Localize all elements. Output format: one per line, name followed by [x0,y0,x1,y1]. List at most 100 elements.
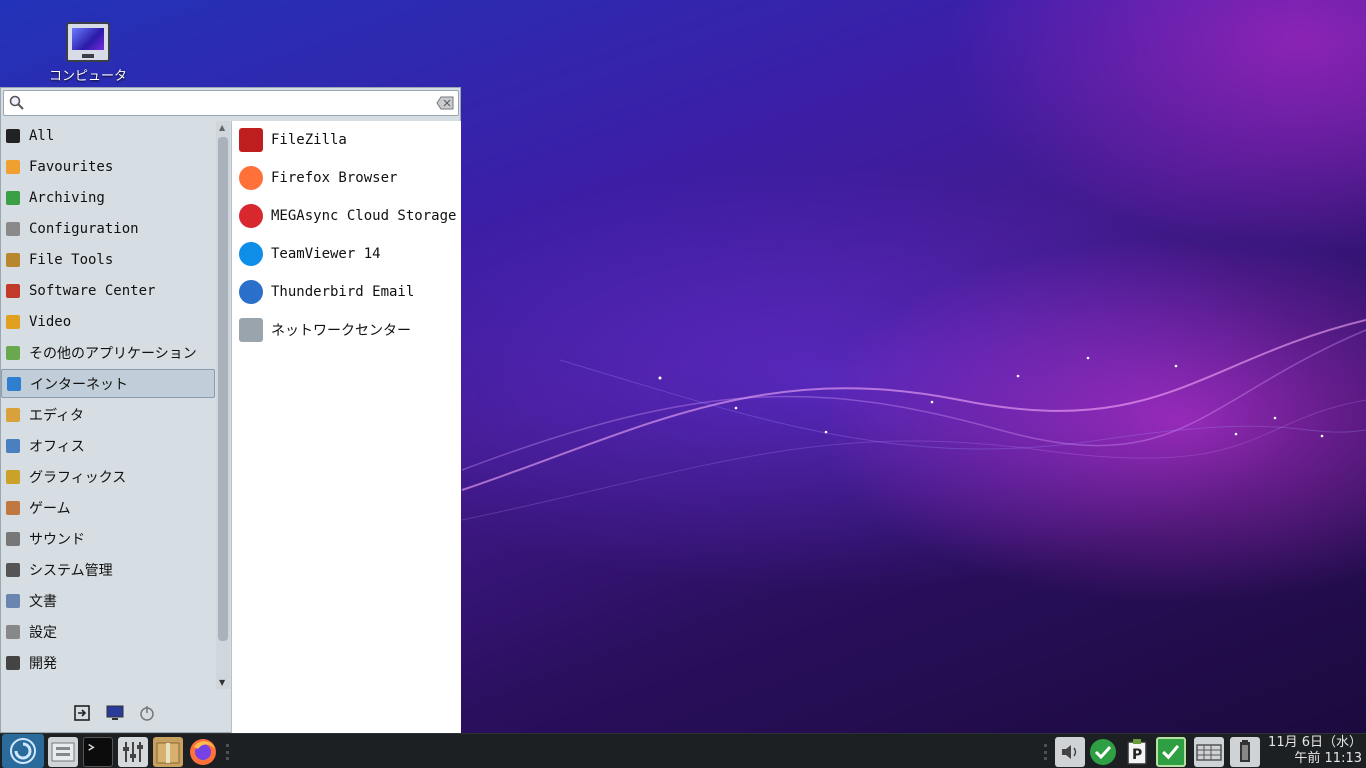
mixer-launcher[interactable] [118,737,148,767]
menu-bottom-actions [1,694,230,732]
clock-date: 11月 6日（水） [1268,735,1362,750]
terminal-launcher[interactable] [83,737,113,767]
category-label: システム管理 [29,562,113,579]
category-label: 設定 [29,624,57,641]
category-label: オフィス [29,438,85,455]
thunderbird-icon [239,280,263,304]
star-icon [6,128,20,143]
category-item[interactable]: その他のアプリケーション [1,338,215,367]
lock-screen-icon[interactable] [106,704,124,722]
firefox-launcher[interactable] [188,737,218,767]
category-item[interactable]: File Tools [1,245,215,274]
app-label: MEGAsync Cloud Storage [271,208,457,224]
category-label: インターネット [30,376,128,393]
scroll-down-arrow-icon[interactable]: ▼ [219,678,225,687]
taskbar: P 11月 6日（水） 午前 11:13 [0,733,1366,768]
category-label: Software Center [29,282,156,299]
category-item[interactable]: Favourites [1,152,215,181]
category-item[interactable]: Video [1,307,215,336]
app-item[interactable]: FileZilla [232,123,460,157]
category-label: Video [29,313,72,330]
svg-text:P: P [1132,747,1142,763]
file-manager-icon [51,742,75,762]
app-item[interactable]: MEGAsync Cloud Storage [232,199,460,233]
start-menu-icon [10,738,36,764]
category-label: エディタ [29,407,85,424]
category-item[interactable]: Configuration [1,214,215,243]
start-menu-button[interactable] [2,734,44,768]
search-input[interactable] [28,93,428,113]
volume-icon [1062,745,1077,759]
document-icon [6,593,20,608]
clear-search-icon[interactable] [436,96,454,110]
category-item[interactable]: サウンド [1,524,215,553]
app-item[interactable]: TeamViewer 14 [232,237,460,271]
settings-icon [6,624,20,639]
software-center-icon [6,283,20,298]
office-icon [6,438,20,453]
category-item[interactable]: インターネット [1,369,215,398]
app-label: TeamViewer 14 [271,246,381,262]
category-item[interactable]: 開発 [1,648,215,677]
category-label: All [29,127,55,144]
category-label: Favourites [29,158,114,175]
keyboard-icon [1196,744,1222,761]
file-tools-icon [6,252,20,267]
category-label: 開発 [29,655,57,672]
category-item[interactable]: 設定 [1,617,215,646]
mega-icon [239,204,263,228]
keyboard-tray-button[interactable] [1194,737,1224,767]
file-manager-launcher[interactable] [48,737,78,767]
category-item[interactable]: All [1,121,215,150]
system-admin-icon [6,562,20,577]
task-tray-button[interactable] [1156,737,1186,767]
task-ok-icon [1162,744,1180,760]
app-list: FileZilla Firefox Browser MEGAsync Cloud S… [231,121,461,733]
application-menu: All Favourites Archiving Configuration File … [0,87,461,733]
category-scrollbar[interactable]: ▲ ▼ [216,121,230,689]
category-item[interactable]: Software Center [1,276,215,305]
category-item[interactable]: 文書 [1,586,215,615]
category-label: グラフィックス [29,469,127,486]
category-item[interactable]: グラフィックス [1,462,215,491]
other-apps-icon [6,345,20,360]
category-item[interactable]: エディタ [1,400,215,429]
logout-icon[interactable] [73,704,91,722]
clipboard-tray-button[interactable]: P [1122,737,1152,767]
config-icon [6,221,20,236]
launcher-grip[interactable] [226,744,229,760]
category-item[interactable]: オフィス [1,431,215,460]
tray-grip[interactable] [1044,744,1047,760]
app-item[interactable]: Firefox Browser [232,161,460,195]
mixer-icon [123,742,143,762]
update-ok-icon [1090,739,1116,765]
app-label: Thunderbird Email [271,284,415,300]
app-item[interactable]: Thunderbird Email [232,275,460,309]
scrollbar-thumb[interactable] [218,137,228,641]
graphics-icon [6,469,20,484]
desktop-icon-computer[interactable]: コンピュータ [40,22,136,84]
scroll-up-arrow-icon[interactable]: ▲ [219,123,225,132]
category-item[interactable]: ゲーム [1,493,215,522]
terminal-icon [88,743,95,751]
category-label: サウンド [29,531,85,548]
category-label: File Tools [29,251,114,268]
app-item[interactable]: ネットワークセンター [232,313,460,347]
battery-tray-button[interactable] [1230,737,1260,767]
battery-icon [1240,740,1250,762]
clock[interactable]: 11月 6日（水） 午前 11:13 [1262,735,1366,767]
archive-manager-launcher[interactable] [153,737,183,767]
power-icon[interactable] [138,704,156,722]
development-icon [6,655,20,670]
category-label: その他のアプリケーション [29,345,197,362]
archive-icon [6,190,20,205]
game-icon [6,500,20,515]
category-item[interactable]: Archiving [1,183,215,212]
teamviewer-icon [239,242,263,266]
category-item[interactable]: システム管理 [1,555,215,584]
firefox-icon [239,166,263,190]
volume-tray-button[interactable] [1055,737,1085,767]
computer-icon [66,22,110,62]
category-list: All Favourites Archiving Configuration File … [1,121,215,689]
update-tray-button[interactable] [1088,737,1118,767]
